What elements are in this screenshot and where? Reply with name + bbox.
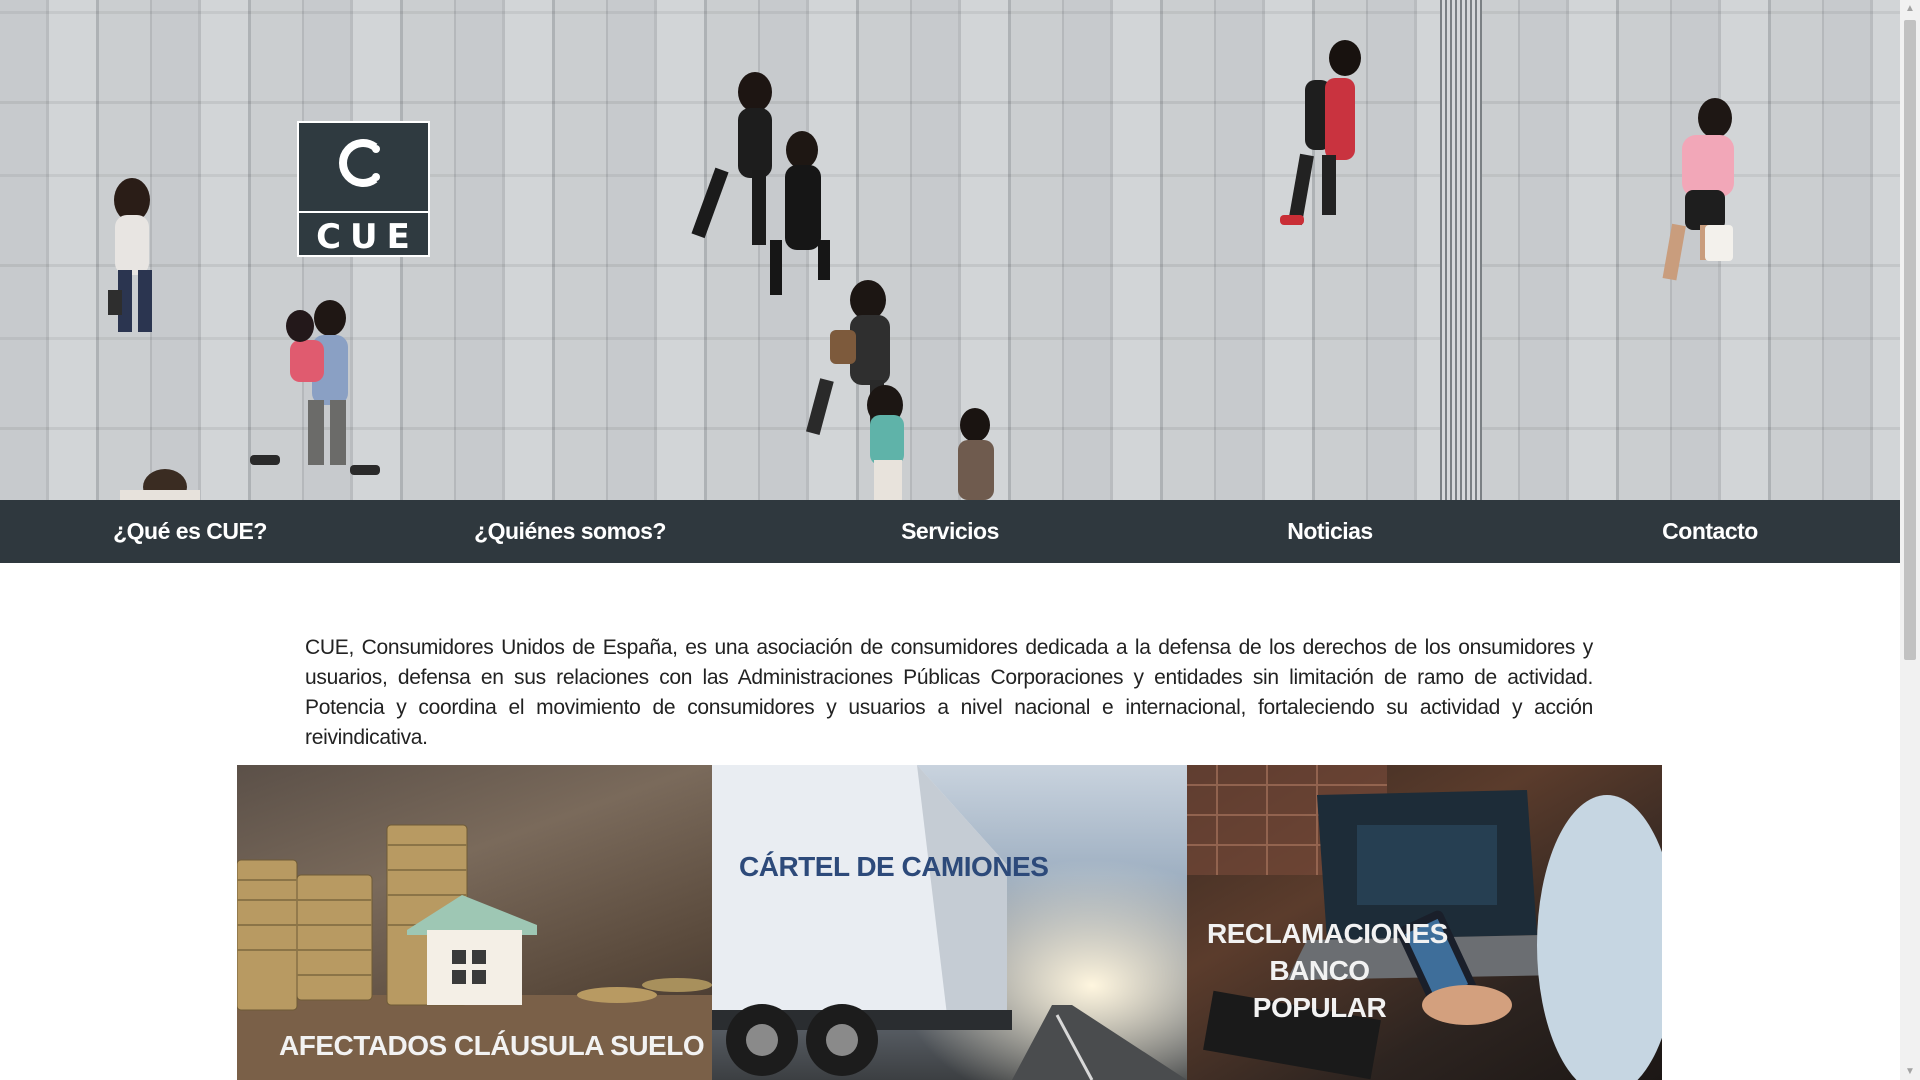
logo-divider <box>299 211 428 213</box>
intro-paragraph: CUE, Consumidores Unidos de España, es u… <box>305 636 1593 749</box>
pedestrian-partial <box>120 469 200 500</box>
truck-image <box>712 765 1187 1080</box>
card-cartel-camiones[interactable]: CÁRTEL DE CAMIONES <box>712 765 1187 1080</box>
nav-item-quienes-somos[interactable]: ¿Quiénes somos? <box>380 518 760 545</box>
scroll-thumb[interactable] <box>1904 20 1916 660</box>
card-banco-popular[interactable]: RECLAMACIONES BANCO POPULAR <box>1187 765 1662 1080</box>
pedestrian-woman-phone <box>108 178 152 332</box>
card-title-cartel-camiones: CÁRTEL DE CAMIONES <box>739 851 1049 882</box>
service-cards: AFECTADOS CLÁUSULA SUELO CÁRTEL DE CAMIO… <box>237 765 1662 1080</box>
card-clausula-suelo[interactable]: AFECTADOS CLÁUSULA SUELO <box>237 765 712 1080</box>
hero-banner: CUE <box>0 0 1900 500</box>
card-title-clausula-suelo: AFECTADOS CLÁUSULA SUELO <box>279 1030 705 1061</box>
nav-item-servicios[interactable]: Servicios <box>760 518 1140 545</box>
cue-logo[interactable]: CUE <box>297 121 430 257</box>
nav-item-que-es-cue[interactable]: ¿Qué es CUE? <box>0 518 380 545</box>
logo-text: CUE <box>316 217 419 257</box>
nav-item-noticias[interactable]: Noticias <box>1140 518 1520 545</box>
pedestrian-figures <box>108 40 1734 500</box>
main-navigation: ¿Qué es CUE? ¿Quiénes somos? Servicios N… <box>0 500 1900 563</box>
pedestrian-women-walking <box>691 72 830 295</box>
nav-item-contacto[interactable]: Contacto <box>1520 518 1900 545</box>
scroll-down-arrow-icon[interactable]: ▼ <box>1900 1063 1920 1080</box>
pedestrian-man-with-child <box>250 300 380 475</box>
pedestrian-group-center <box>806 280 994 500</box>
pedestrian-man-backpack <box>1280 40 1361 226</box>
scroll-up-arrow-icon[interactable]: ▲ <box>1900 0 1920 17</box>
c-logo-icon <box>339 139 380 187</box>
card-title-banco-popular: RECLAMACIONES BANCO POPULAR <box>1207 918 1448 1023</box>
pedestrian-woman-shopping-bag <box>1662 98 1734 281</box>
vertical-scrollbar[interactable]: ▲ ▼ <box>1900 0 1920 1080</box>
